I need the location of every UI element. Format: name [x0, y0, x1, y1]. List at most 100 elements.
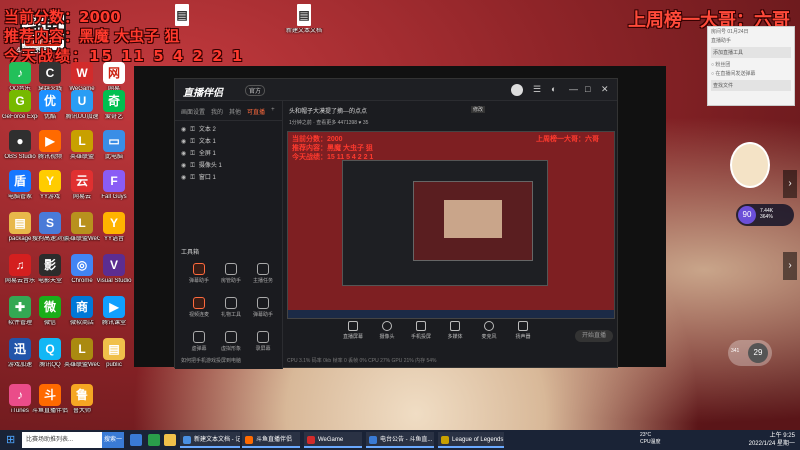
desktop-icon[interactable]: 奇爱奇艺 — [96, 90, 132, 130]
lock-icon[interactable]: ⚿ — [190, 124, 195, 136]
multimedia-button[interactable]: 多媒体 — [443, 319, 467, 349]
taskbar-item-wegame[interactable]: WeGame — [304, 432, 362, 448]
tool-button[interactable]: 弹幕助手 — [183, 261, 215, 291]
eye-icon[interactable]: ◉ — [181, 124, 186, 136]
performance-gauge[interactable]: 90 7.44K 364% — [736, 204, 794, 226]
taskbar-item-lol[interactable]: League of Legends — [438, 432, 504, 448]
app-icon: 迅 — [9, 338, 31, 360]
stream-preview[interactable]: 当前分数：2000 推荐内容：黑魔 大虫子 狙 今天战绩：15 11 5 4 2… — [287, 131, 615, 319]
source-item[interactable]: ◉ ⚿ 文本 2 — [181, 124, 276, 136]
avatar[interactable] — [511, 84, 523, 96]
tool-button[interactable]: 弹幕助手 — [247, 295, 279, 325]
desktop-icon[interactable]: ▶ 腾讯视频 — [32, 130, 68, 170]
desktop-icon[interactable]: V Visual Studio — [96, 254, 132, 294]
tool-button[interactable]: 录屏幕 — [247, 329, 279, 359]
desktop-icon[interactable]: 商微软商店 — [64, 296, 100, 336]
close-icon[interactable]: ✕ — [601, 84, 609, 95]
app-icon: L — [71, 130, 93, 152]
desktop-icon[interactable]: L 英雄联盟 — [64, 130, 100, 170]
edit-title-button[interactable]: 修改 — [471, 106, 486, 113]
desktop-icon[interactable]: 鲁鲁大师 — [64, 384, 100, 424]
system-tray[interactable]: 23°C CPU温度 — [640, 432, 661, 446]
tool-button[interactable]: 视频连麦 — [183, 295, 215, 325]
desktop-icon[interactable]: Y YY语音 — [96, 212, 132, 252]
eye-icon[interactable]: ◉ — [181, 160, 186, 172]
desktop-icon[interactable]: 斗斗鱼直播伴侣 — [32, 384, 68, 424]
folder-icon[interactable] — [164, 434, 176, 446]
panel-row: 直播助手 — [711, 38, 732, 44]
taskbar-item-streamer[interactable]: 斗鱼直播伴侣 — [242, 432, 300, 448]
desktop-file-icon[interactable]: ▤ 新建文本文档 — [284, 4, 324, 44]
desktop-file-icon[interactable]: ▤ — [164, 4, 200, 44]
desktop-icon[interactable]: F Fall Guys — [96, 170, 132, 210]
desktop-icon[interactable]: 影电影天堂 — [32, 254, 68, 294]
lock-icon[interactable]: ⚿ — [190, 136, 195, 148]
minimize-icon[interactable]: — — [569, 84, 578, 94]
expand-arrow-icon[interactable]: › — [783, 170, 797, 198]
edge-icon[interactable] — [148, 434, 160, 446]
screen-capture-button[interactable]: 直播屏幕 — [341, 319, 365, 349]
desktop-icon[interactable]: ▤ public — [96, 338, 132, 378]
lock-icon[interactable]: ⚿ — [190, 148, 195, 160]
tab-scene-settings[interactable]: 画面设置 — [181, 107, 205, 116]
desktop-icon[interactable]: ▭ 此电脑 — [96, 130, 132, 170]
tool-button[interactable]: 虚拟形象 — [215, 329, 247, 359]
eye-icon[interactable]: ◉ — [181, 136, 186, 148]
task-view-icon[interactable] — [130, 434, 142, 446]
taskbar-item-browser[interactable]: 电台公告 - 斗鱼直... — [366, 432, 434, 448]
desktop-icon[interactable]: Y YY游戏 — [32, 170, 68, 210]
add-scene-icon[interactable]: + — [271, 107, 275, 116]
douyu-streamer-app-window[interactable]: 直播伴侣 官方 ☰ ◐ — □ ✕ 画面设置 我的 其他 可直播 + ◉ ⚿ 文本 … — [174, 78, 618, 369]
windows-start-icon[interactable]: ⊞ — [6, 434, 18, 446]
tool-button[interactable]: 主播任务 — [247, 261, 279, 291]
app-badge: 官方 — [245, 85, 266, 96]
taskbar-search-button[interactable]: 搜索一下 — [102, 432, 124, 448]
source-item[interactable]: ◉ ⚿ 文本 1 — [181, 136, 276, 148]
clock[interactable]: 上午 9:25 2022/1/24 星期一 — [745, 432, 795, 448]
find-file-button[interactable]: 查找文件 — [711, 80, 791, 91]
toolbox-grid: 弹幕助手 房管助手 主播任务 视频连麦 礼物工具 弹幕助手 虚弹幕 虚拟形象 录… — [183, 261, 279, 359]
source-item[interactable]: ◉ ⚿ 窗口 1 — [181, 172, 276, 184]
taskbar-item-notepad[interactable]: 新建文本文档 - 记... — [180, 432, 240, 448]
camera-button[interactable]: 摄像头 — [375, 319, 399, 349]
mascot-avatar[interactable] — [730, 142, 770, 188]
lock-icon[interactable]: ⚿ — [190, 160, 195, 172]
tool-button[interactable]: 虚弹幕 — [183, 329, 215, 359]
desktop-icon[interactable]: 云网易云 — [64, 170, 100, 210]
microphone-button[interactable]: 麦克风 — [477, 319, 501, 349]
tab-live[interactable]: 可直播 — [247, 107, 265, 116]
source-item[interactable]: ◉ ⚿ 全屏 1 — [181, 148, 276, 160]
source-item[interactable]: ◉ ⚿ 摄像头 1 — [181, 160, 276, 172]
eye-icon[interactable]: ◉ — [181, 148, 186, 160]
record-icon — [257, 331, 269, 343]
desktop-icon[interactable]: L 英雄联盟WeGame — [64, 212, 100, 252]
skin-icon[interactable]: ◐ — [551, 84, 556, 94]
menu-icon[interactable]: ☰ — [533, 84, 541, 95]
taskbar-search-input[interactable]: 比赛场助推列表... — [22, 432, 102, 448]
start-live-button[interactable]: 开始直播 — [575, 330, 613, 342]
desktop-icon[interactable]: ▶ 腾讯课堂 — [96, 296, 132, 336]
desktop-icon[interactable]: 优优酷 — [32, 90, 68, 130]
tab-other[interactable]: 其他 — [229, 107, 241, 116]
lock-icon[interactable]: ⚿ — [190, 172, 195, 184]
speaker-button[interactable]: 扬声器 — [511, 319, 535, 349]
tool-button[interactable]: 礼物工具 — [215, 295, 247, 325]
tool-button[interactable]: 房管助手 — [215, 261, 247, 291]
desktop-icon[interactable]: L 英雄联盟WeGame版 — [64, 338, 100, 378]
phone-cast-button[interactable]: 手机投屏 — [409, 319, 433, 349]
app-icon: C — [39, 62, 61, 84]
tab-mine[interactable]: 我的 — [211, 107, 223, 116]
app-icon: L — [71, 338, 93, 360]
desktop-icon[interactable]: ◎ Chrome — [64, 254, 100, 294]
eye-icon[interactable]: ◉ — [181, 172, 186, 184]
desktop-icon[interactable]: 微微信 — [32, 296, 68, 336]
expand-arrow-icon[interactable]: › — [783, 252, 797, 280]
desktop-icon[interactable]: Q 腾讯QQ — [32, 338, 68, 378]
secondary-gauge[interactable]: 341 29 — [728, 340, 772, 366]
add-tool-button[interactable]: 添加直播工具 — [711, 47, 791, 58]
desktop-icon[interactable]: U 腾讯UU加速 — [64, 90, 100, 130]
app-title-bar[interactable]: 直播伴侣 官方 ☰ ◐ — □ ✕ — [175, 79, 617, 101]
mobile-cast-tip[interactable]: 如何把手机游戏投屏到电脑 — [181, 357, 241, 364]
maximize-icon[interactable]: □ — [585, 84, 590, 94]
desktop-icon[interactable]: S 搜狗高速浏览器 — [32, 212, 68, 252]
